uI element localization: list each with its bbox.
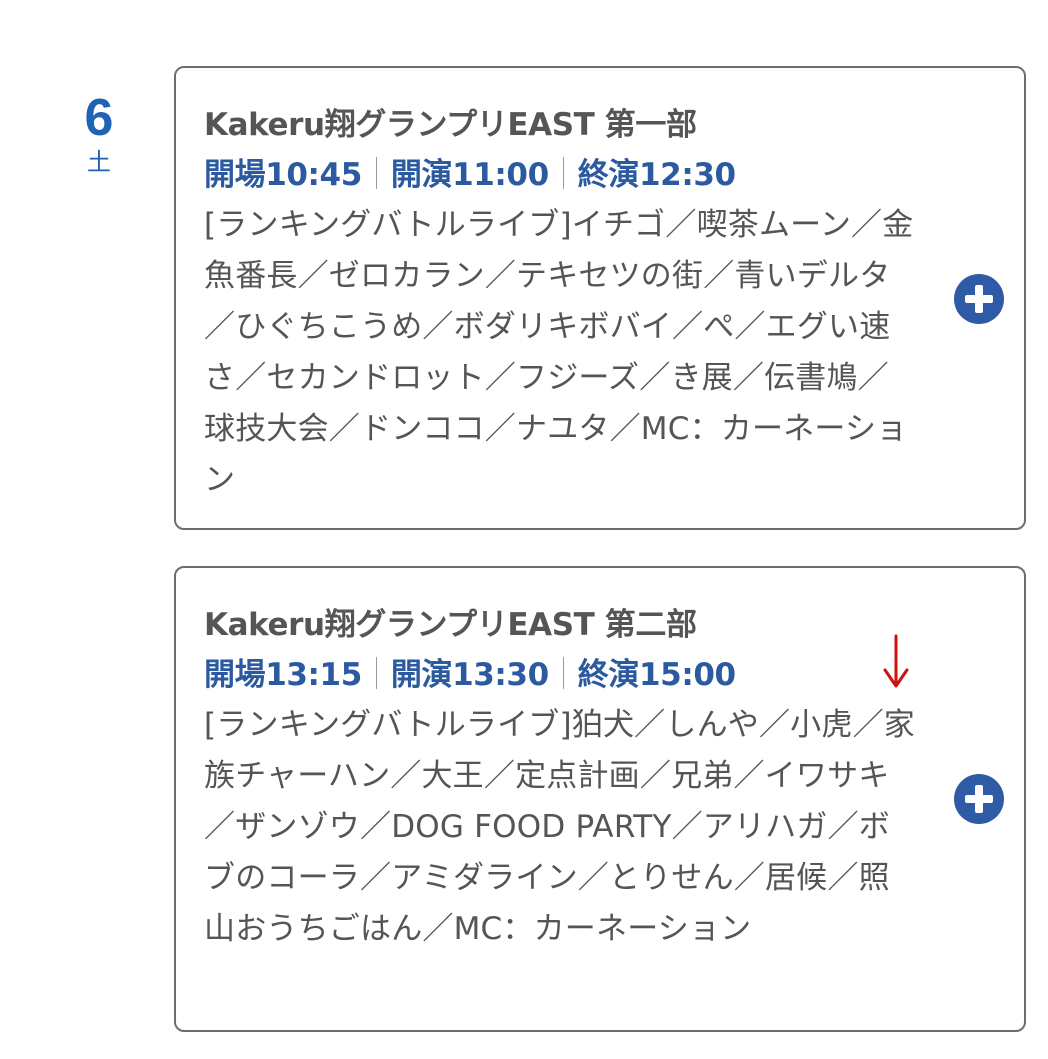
event-card[interactable]: Kakeru翔グランプリEAST 第一部 開場10:45 開演11:00 終演12:… [174, 66, 1026, 530]
time-separator [562, 157, 564, 189]
event-card-content: Kakeru翔グランプリEAST 第一部 開場10:45 開演11:00 終演12:… [204, 100, 916, 506]
plus-circle-icon[interactable] [954, 274, 1004, 324]
date-day: 6 [84, 89, 114, 147]
open-time: 開場13:15 [204, 657, 362, 693]
event-title: Kakeru翔グランプリEAST 第二部 [204, 607, 697, 643]
open-time: 開場10:45 [204, 157, 362, 193]
event-date: 6 土 [62, 88, 136, 176]
start-time: 開演11:00 [390, 157, 549, 193]
event-performers: [ランキングバトルライブ]狛犬／しんや／小虎／家族チャーハン／大王／定点計画／兄… [204, 707, 915, 947]
end-time: 終演12:30 [577, 157, 736, 193]
plus-circle-icon[interactable] [954, 774, 1004, 824]
time-separator [375, 657, 377, 689]
event-times: 開場10:45 開演11:00 終演12:30 [204, 150, 916, 200]
end-time: 終演15:00 [577, 657, 736, 693]
date-weekday: 土 [87, 148, 111, 176]
event-times: 開場13:15 開演13:30 終演15:00 [204, 650, 916, 700]
event-performers: [ランキングバトルライブ]イチゴ／喫茶ムーン／金魚番長／ゼロカラン／テキセツの街… [204, 207, 914, 498]
time-separator [562, 657, 564, 689]
time-separator [375, 157, 377, 189]
event-title: Kakeru翔グランプリEAST 第一部 [204, 107, 697, 143]
start-time: 開演13:30 [390, 657, 549, 693]
red-down-arrow-icon [883, 634, 909, 688]
event-card-content: Kakeru翔グランプリEAST 第二部 開場13:15 開演13:30 終演15:… [204, 600, 916, 955]
